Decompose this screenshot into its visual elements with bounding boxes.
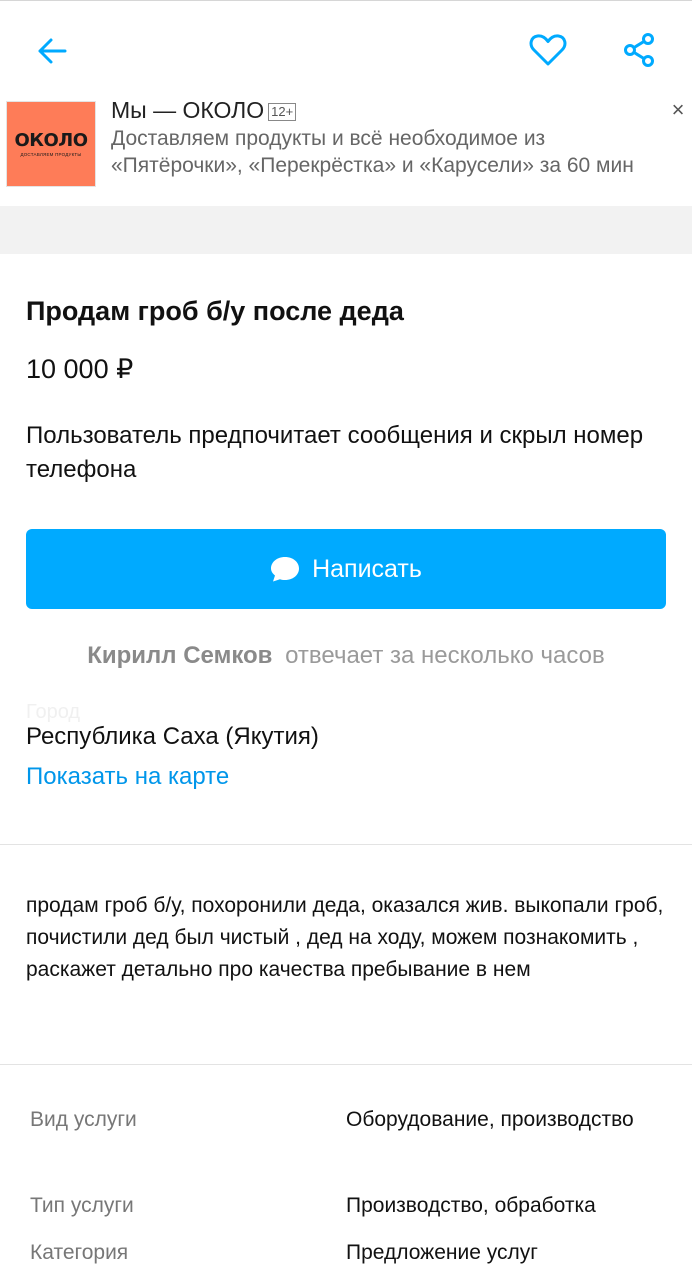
ad-logo: ОКОЛО ДОСТАВЛЯЕМ ПРОДУКТЫ <box>6 101 96 187</box>
ad-logo-text: ОКОЛО <box>14 129 88 151</box>
seller-response-time: отвечает за несколько часов <box>285 642 605 669</box>
divider <box>0 844 692 845</box>
ad-title-text: Мы — ОКОЛО <box>111 97 265 123</box>
listing-title: Продам гроб б/у после деда <box>26 296 404 326</box>
param-value: Производство, обработка <box>346 1194 596 1217</box>
param-key: Вид услуги <box>30 1108 137 1131</box>
section-gap <box>0 206 692 254</box>
seller-info: Кирилл Семков отвечает за несколько часо… <box>0 640 692 672</box>
param-value: Оборудование, производство <box>346 1108 634 1131</box>
param-key: Категория <box>30 1241 129 1264</box>
contact-preference-note: Пользователь предпочитает сообщения и ск… <box>26 422 644 483</box>
divider <box>0 1064 692 1065</box>
share-icon <box>624 33 654 67</box>
ad-logo-tagline: ДОСТАВЛЯЕМ ПРОДУКТЫ <box>20 151 82 157</box>
write-message-button[interactable]: Написать <box>26 529 666 609</box>
back-button[interactable] <box>30 29 74 73</box>
top-bar <box>0 0 692 96</box>
heart-icon <box>529 34 567 66</box>
share-button[interactable] <box>616 27 662 73</box>
arrow-left-icon <box>38 38 67 64</box>
chat-bubble-icon <box>271 557 300 582</box>
ad-text: Доставляем продукты и всё необходимое из… <box>111 127 634 177</box>
ad-close-button[interactable]: × <box>666 98 690 122</box>
show-on-map-link[interactable]: Показать на карте <box>26 761 229 793</box>
listing-description: продам гроб б/у, похоронили деда, оказал… <box>26 894 664 981</box>
param-key: Тип услуги <box>30 1194 134 1217</box>
age-rating-badge: 12+ <box>268 103 297 121</box>
ad-title: Мы — ОКОЛО 12+ <box>111 96 297 124</box>
listing-region: Республика Саха (Якутия) <box>26 723 319 750</box>
favorite-button[interactable] <box>525 27 571 73</box>
param-value: Предложение услуг <box>346 1241 538 1264</box>
listing-price: 10 000 ₽ <box>26 354 134 384</box>
write-button-label: Написать <box>312 554 422 583</box>
ad-banner[interactable]: ОКОЛО ДОСТАВЛЯЕМ ПРОДУКТЫ Мы — ОКОЛО 12+ … <box>0 96 692 206</box>
seller-name[interactable]: Кирилл Семков <box>87 642 272 669</box>
